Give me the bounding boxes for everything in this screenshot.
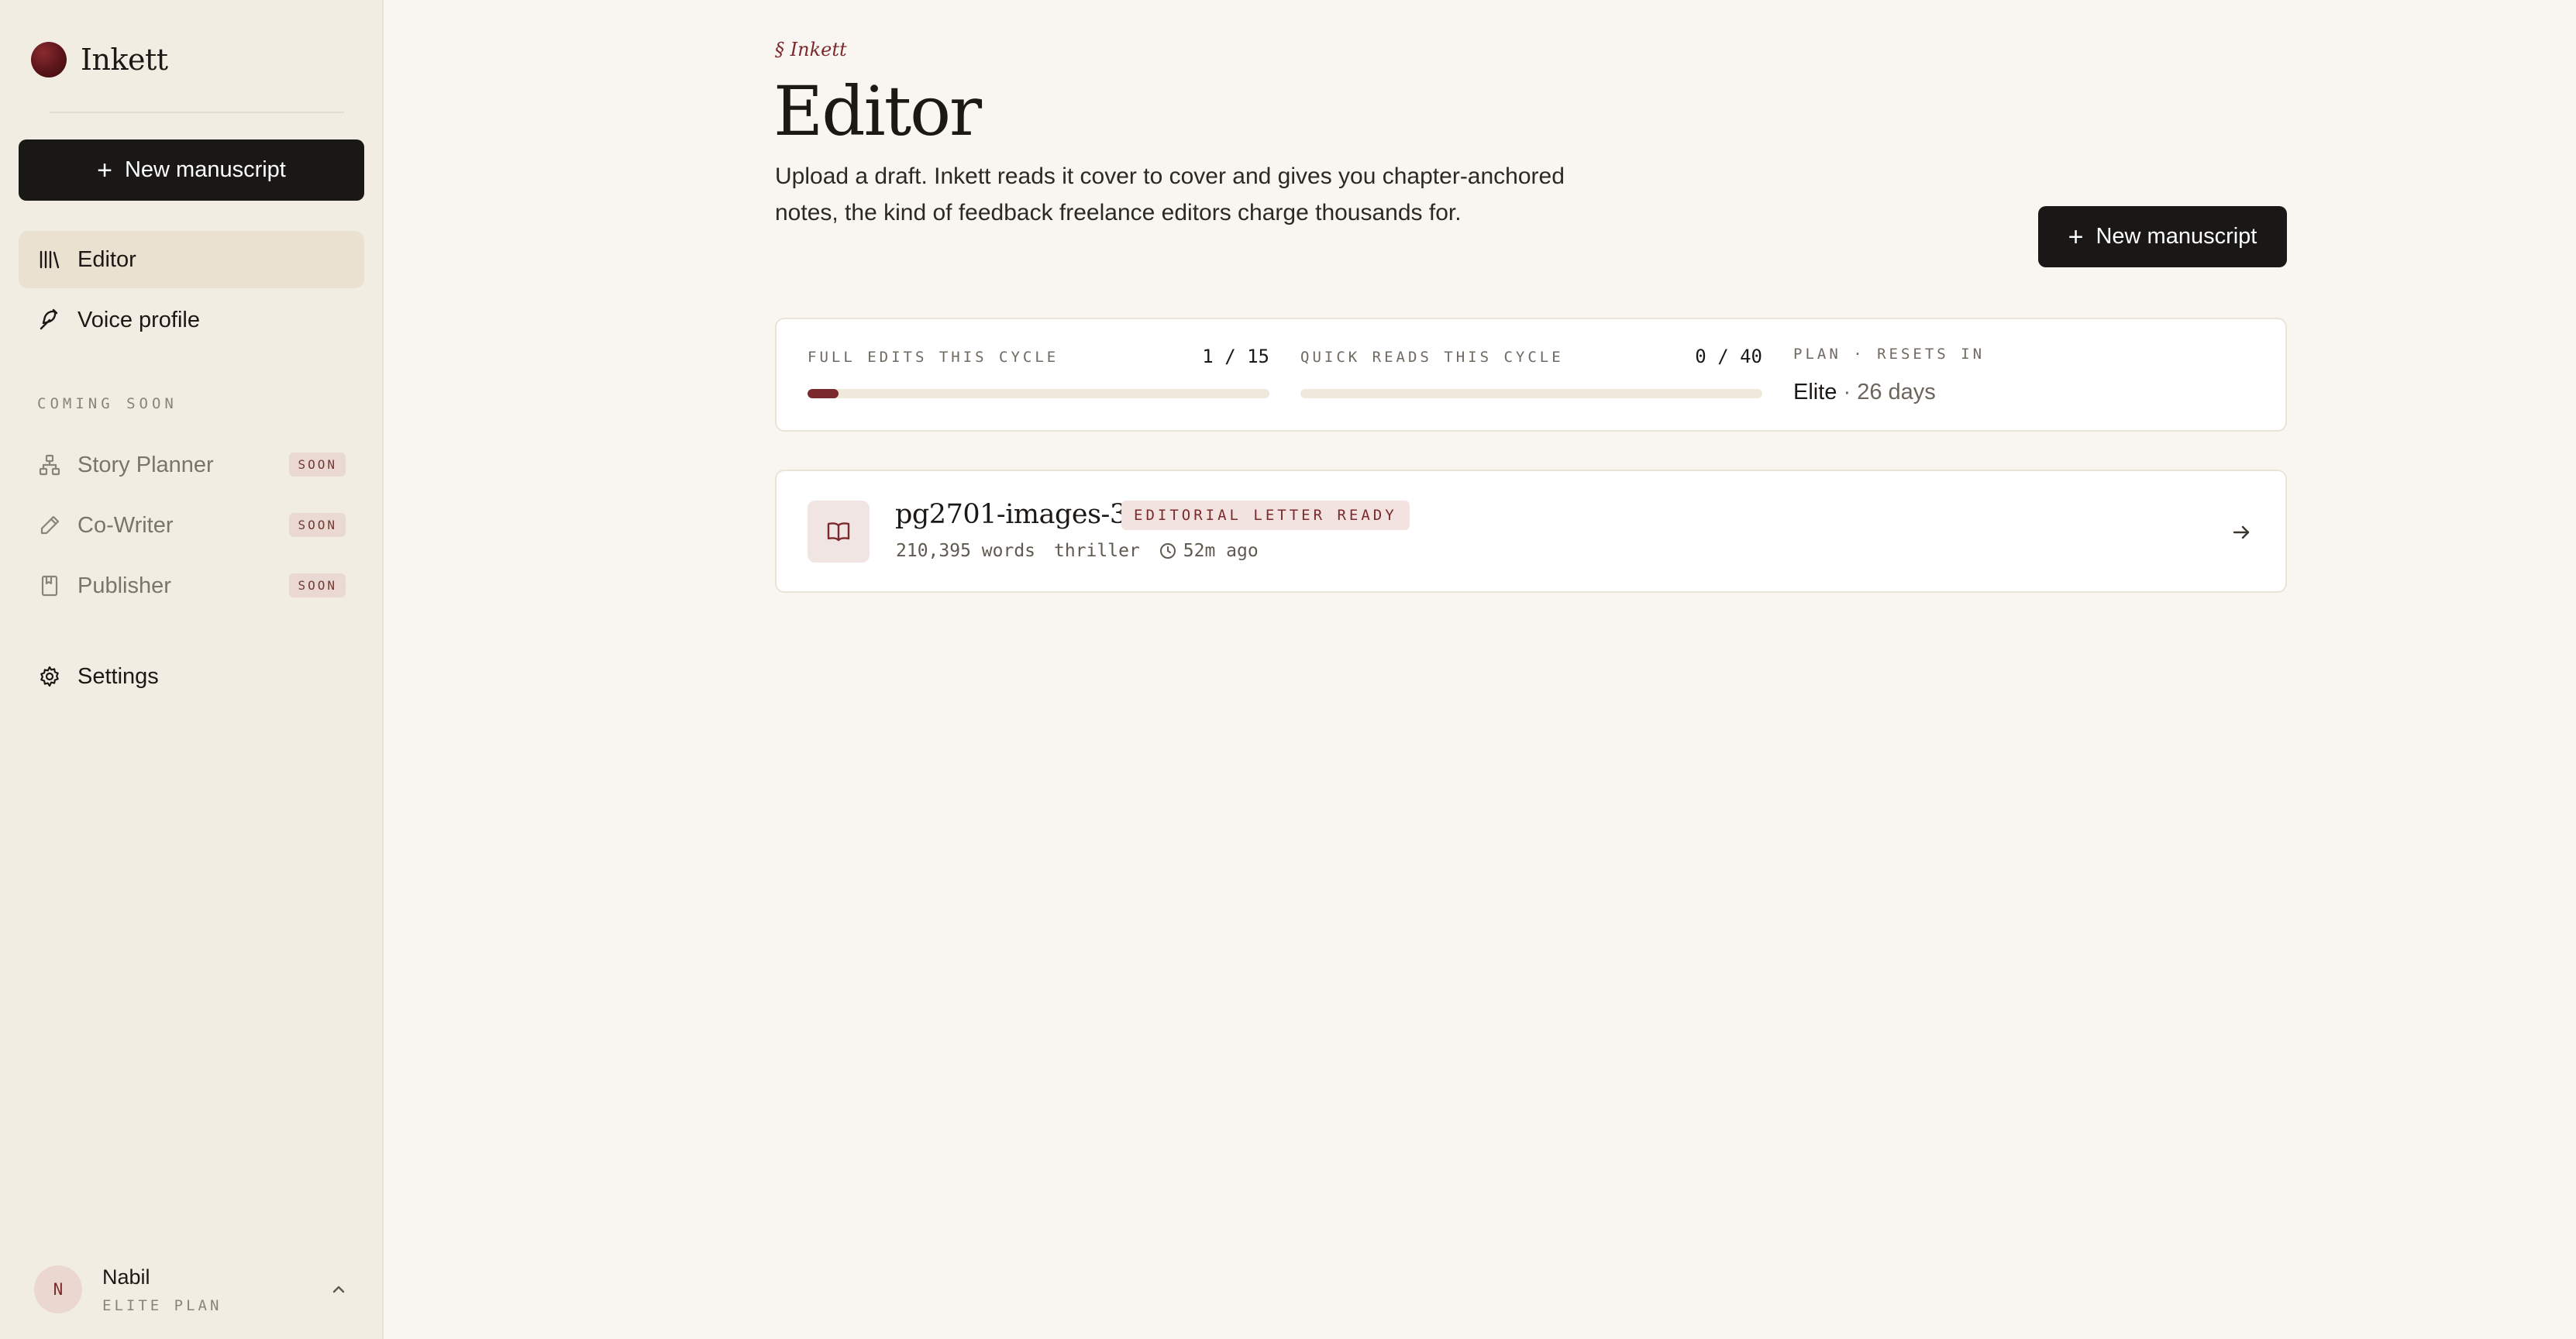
sidebar-item-co-writer[interactable]: Co-Writer SOON — [19, 497, 364, 554]
plan-label: PLAN · RESETS IN — [1793, 346, 1985, 363]
full-edits-label: FULL EDITS THIS CYCLE — [808, 349, 1059, 366]
user-name: Nabil — [102, 1265, 150, 1289]
plus-icon: + — [97, 155, 112, 185]
app-root: Inkett + New manuscript Editor Voice pro… — [0, 0, 2576, 1339]
sidebar-item-settings[interactable]: Settings — [19, 648, 364, 705]
brand-logo-icon — [31, 42, 67, 77]
gear-icon — [37, 664, 62, 689]
new-manuscript-label: New manuscript — [124, 157, 286, 182]
full-edits-progress-fill — [808, 389, 839, 398]
quick-reads-label: QUICK READS THIS CYCLE — [1300, 349, 1564, 366]
plan-name: Elite — [1793, 380, 1837, 404]
soon-badge: SOON — [289, 573, 346, 597]
plan-resets: · 26 days — [1843, 380, 1936, 404]
usage-stats-card: FULL EDITS THIS CYCLE 1 / 15 QUICK READS… — [775, 318, 2287, 432]
sidebar-item-publisher[interactable]: Publisher SOON — [19, 557, 364, 614]
pencil-icon — [37, 513, 62, 538]
page-title: Editor — [773, 71, 982, 151]
clock-icon — [1159, 542, 1177, 560]
updated-time: 52m ago — [1183, 541, 1259, 561]
quick-reads-count: 0 / 40 — [1695, 346, 1762, 367]
manuscript-meta: 210,395 words thriller 52m ago — [896, 541, 1277, 561]
sidebar: Inkett + New manuscript Editor Voice pro… — [0, 0, 384, 1339]
quick-reads-stat: QUICK READS THIS CYCLE 0 / 40 — [1300, 346, 1762, 398]
full-edits-progress-bar — [808, 389, 1269, 398]
plan-stat: PLAN · RESETS IN Elite · 26 days — [1793, 346, 1985, 405]
arrow-right-icon[interactable] — [2228, 519, 2254, 546]
sidebar-item-label: Story Planner — [77, 452, 214, 477]
plan-value: Elite · 26 days — [1793, 380, 1985, 405]
manuscript-title: pg2701-images-3 — [895, 499, 1127, 530]
eyebrow: § Inkett — [775, 39, 847, 60]
brand[interactable]: Inkett — [31, 40, 168, 79]
open-book-icon — [808, 501, 870, 563]
word-count: 210,395 words — [896, 541, 1036, 561]
sidebar-item-label: Settings — [77, 663, 159, 689]
user-plan: ELITE PLAN — [102, 1296, 222, 1314]
sidebar-item-editor[interactable]: Editor — [19, 231, 364, 288]
sitemap-icon — [37, 453, 62, 477]
new-manuscript-label: New manuscript — [2096, 224, 2257, 249]
sidebar-item-voice-profile[interactable]: Voice profile — [19, 291, 364, 349]
brand-name: Inkett — [81, 43, 168, 77]
full-edits-stat: FULL EDITS THIS CYCLE 1 / 15 — [808, 346, 1269, 398]
soon-badge: SOON — [289, 513, 346, 537]
status-badge: EDITORIAL LETTER READY — [1121, 501, 1410, 530]
page-description: Upload a draft. Inkett reads it cover to… — [775, 164, 1565, 225]
library-icon — [37, 247, 62, 272]
avatar: N — [34, 1265, 82, 1313]
manuscript-card[interactable]: pg2701-images-3 EDITORIAL LETTER READY 2… — [775, 470, 2287, 593]
user-menu[interactable]: N Nabil ELITE PLAN — [34, 1262, 352, 1317]
chevron-up-icon[interactable] — [325, 1276, 352, 1303]
sidebar-item-label: Voice profile — [77, 307, 200, 332]
soon-badge: SOON — [289, 453, 346, 477]
genre: thriller — [1054, 541, 1140, 561]
user-info: Nabil ELITE PLAN — [102, 1265, 222, 1314]
sidebar-item-label: Editor — [77, 246, 136, 272]
coming-soon-heading: COMING SOON — [37, 395, 177, 412]
sidebar-item-label: Publisher — [77, 573, 171, 598]
sidebar-new-manuscript-button[interactable]: + New manuscript — [19, 139, 364, 201]
sidebar-item-story-planner[interactable]: Story Planner SOON — [19, 436, 364, 494]
full-edits-count: 1 / 15 — [1202, 346, 1269, 367]
book-bookmark-icon — [37, 573, 62, 598]
plus-icon: + — [2068, 222, 2084, 252]
divider — [50, 112, 344, 113]
sidebar-item-label: Co-Writer — [77, 512, 174, 538]
new-manuscript-button[interactable]: + New manuscript — [2038, 206, 2287, 267]
quick-reads-progress-bar — [1300, 389, 1762, 398]
feather-icon — [37, 308, 62, 332]
